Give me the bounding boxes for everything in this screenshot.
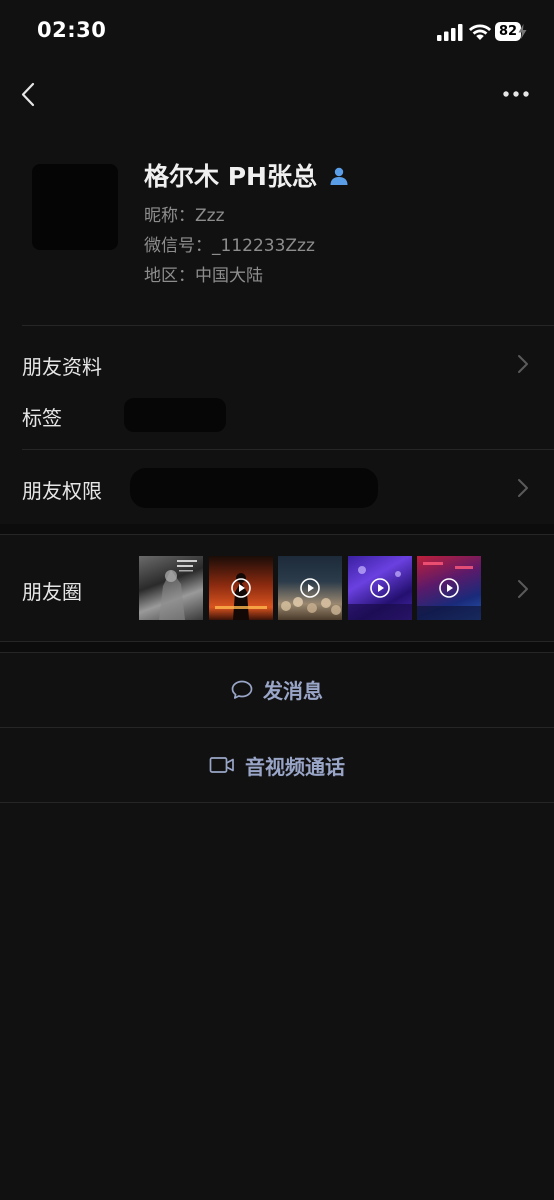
- permissions-row[interactable]: 朋友权限: [22, 475, 102, 504]
- section-gap: [0, 642, 554, 652]
- chevron-right-icon: [518, 355, 528, 373]
- back-button[interactable]: [18, 80, 42, 110]
- play-icon: [231, 578, 251, 598]
- charging-bolt-icon: [518, 24, 527, 39]
- redacted-tag-value: [124, 398, 226, 432]
- moments-thumbnail[interactable]: [139, 556, 203, 620]
- send-message-button[interactable]: 发消息: [0, 653, 554, 726]
- play-icon: [370, 578, 390, 598]
- send-message-label: 发消息: [263, 679, 323, 703]
- friend-info-row[interactable]: 朋友资料: [22, 351, 102, 380]
- moments-thumbnail[interactable]: [417, 556, 481, 620]
- nickname-text: 昵称：Zzz: [144, 206, 225, 226]
- moments-row[interactable]: 朋友圈: [22, 576, 82, 605]
- profile-name: 格尔木 PH张总: [144, 162, 317, 191]
- play-icon: [300, 578, 320, 598]
- more-dots-icon: [503, 91, 529, 97]
- profile-name-row: 格尔木 PH张总: [144, 157, 349, 193]
- av-call-label: 音视频通话: [245, 754, 345, 779]
- signal-icon: [437, 24, 463, 41]
- chevron-right-icon: [518, 580, 528, 598]
- wechat-id-text: 微信号：_112233Zzz: [144, 236, 315, 256]
- battery-indicator: 82: [495, 22, 527, 42]
- wifi-icon: [468, 24, 492, 40]
- moments-thumbnail[interactable]: [348, 556, 412, 620]
- redacted-permission-value: [130, 468, 378, 508]
- contact-person-icon: [330, 167, 348, 185]
- region-text: 地区：中国大陆: [144, 266, 263, 286]
- statue-image: [159, 560, 197, 620]
- av-call-button[interactable]: 音视频通话: [0, 728, 554, 802]
- avatar[interactable]: [32, 164, 118, 250]
- moments-thumbnail[interactable]: [278, 556, 342, 620]
- moments-thumbnail[interactable]: [209, 556, 273, 620]
- status-time: 02:30: [37, 18, 107, 42]
- divider: [22, 449, 554, 450]
- chat-bubble-icon: [231, 680, 253, 699]
- video-camera-icon: [209, 757, 234, 773]
- play-icon: [439, 578, 459, 598]
- status-bar: 02:30 82: [0, 0, 554, 64]
- tags-row[interactable]: 标签: [22, 402, 62, 431]
- chevron-left-icon: [21, 82, 35, 107]
- section-gap: [0, 524, 554, 534]
- divider: [22, 325, 554, 326]
- divider: [0, 534, 554, 535]
- divider: [0, 802, 554, 803]
- chevron-right-icon: [518, 479, 528, 497]
- more-options-button[interactable]: [500, 80, 534, 108]
